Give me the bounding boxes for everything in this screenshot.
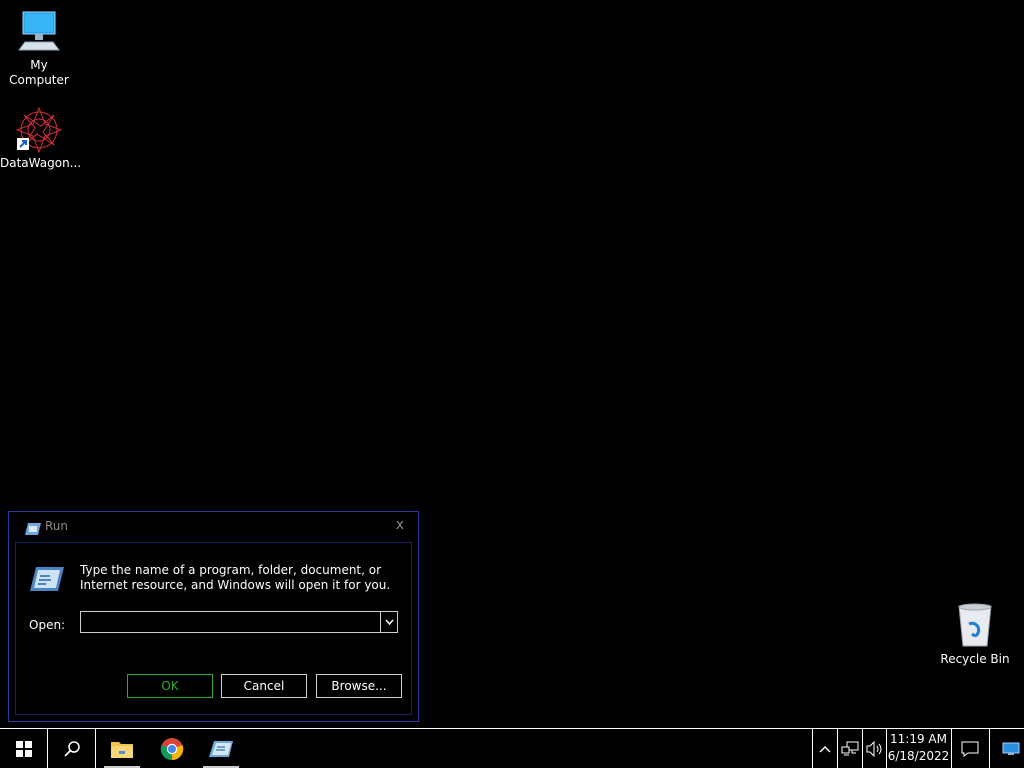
ok-button[interactable]: OK [127,674,213,698]
clock-time: 11:19 AM [890,732,947,746]
computer-icon [15,8,63,56]
desktop-preview-icon [1002,742,1019,755]
taskbar-app-run[interactable] [201,729,241,768]
run-icon [209,740,233,757]
run-body: Type the name of a program, folder, docu… [15,542,412,715]
run-icon [25,520,41,535]
network-icon [841,741,859,755]
show-desktop-button[interactable] [997,729,1024,768]
show-hidden-icons-button[interactable] [813,729,837,768]
taskbar: 11:19 AM 6/18/2022 [0,728,1024,768]
run-title: Run [45,519,69,533]
open-input[interactable] [81,612,381,632]
taskbar-app-file-explorer[interactable] [102,729,142,768]
desktop-icon-recycle-bin[interactable]: Recycle Bin [936,602,1014,667]
tray-separator [989,729,990,768]
notification-icon [961,741,979,757]
run-dialog: Run x Type the name of a program, folder… [8,511,419,722]
run-program-icon [30,567,64,591]
open-combobox[interactable] [80,611,398,633]
windows-logo-icon [15,740,32,757]
close-icon[interactable]: x [396,517,404,533]
clock-date: 6/18/2022 [887,749,950,763]
action-center-button[interactable] [952,729,988,768]
recycle-bin-label: Recycle Bin [940,652,1010,666]
start-button[interactable] [0,729,48,768]
run-titlebar[interactable]: Run x [9,512,418,540]
taskbar-app-chrome[interactable] [152,729,192,768]
desktop-icon-my-computer[interactable]: My Computer [0,8,78,88]
volume-button[interactable] [863,729,886,768]
run-description: Type the name of a program, folder, docu… [80,563,391,592]
chevron-down-icon[interactable] [380,612,397,632]
network-button[interactable] [838,729,862,768]
chrome-icon [160,737,184,760]
my-computer-label: My Computer [9,58,69,87]
chevron-up-icon [819,745,831,752]
clock[interactable]: 11:19 AM 6/18/2022 [887,729,950,768]
desktop-icon-datawagon[interactable]: DataWagon... [0,106,82,171]
open-label: Open: [29,618,66,632]
datawagon-label: DataWagon... [0,156,82,170]
datawagon-shortcut-icon [15,106,63,154]
folder-icon [111,741,133,758]
search-button[interactable] [48,729,96,768]
speaker-icon [866,740,881,757]
cancel-button[interactable]: Cancel [221,674,307,698]
search-icon [63,740,80,757]
recycle-bin-icon [951,602,999,650]
browse-button[interactable]: Browse... [316,674,402,698]
